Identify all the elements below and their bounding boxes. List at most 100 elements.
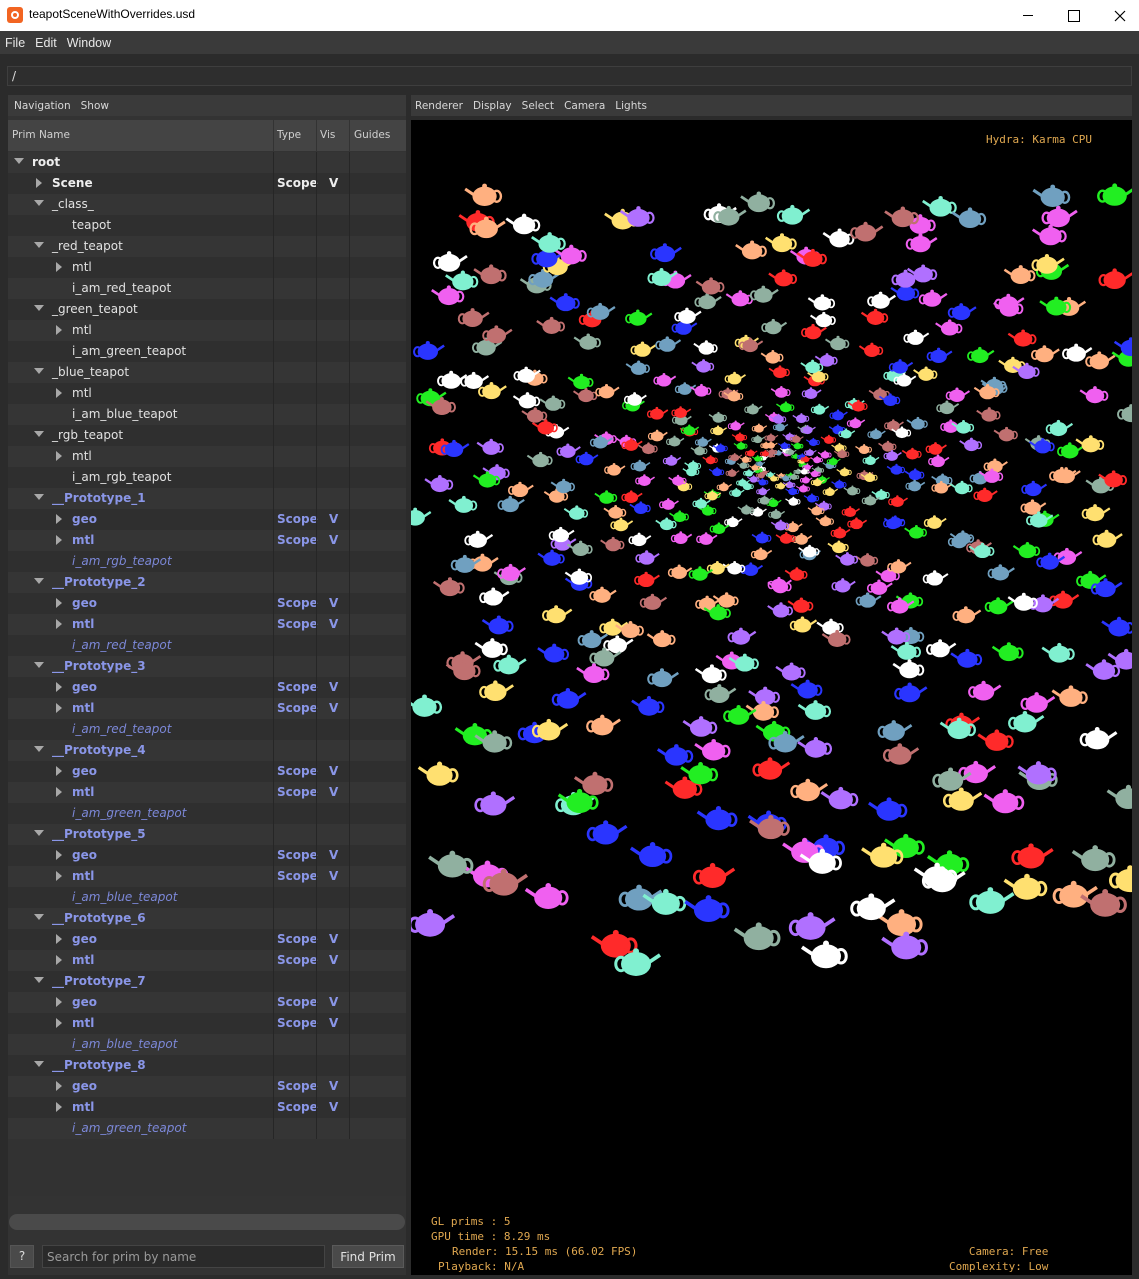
visibility-toggle[interactable]: V: [329, 596, 338, 610]
tree-row[interactable]: mtl Scope V: [8, 530, 406, 551]
teapot-instance[interactable]: [417, 761, 459, 786]
teapot-instance[interactable]: [1007, 329, 1037, 347]
teapot-instance[interactable]: [775, 662, 806, 681]
teapot-instance[interactable]: [1020, 499, 1047, 515]
tree-row[interactable]: i_am_blue_teapot: [8, 404, 406, 425]
menu-edit[interactable]: Edit: [35, 36, 57, 50]
teapot-instance[interactable]: [1041, 642, 1075, 663]
expanded-arrow-icon[interactable]: [34, 431, 44, 437]
teapot-instance[interactable]: [635, 474, 656, 487]
teapot-instance[interactable]: [526, 451, 553, 468]
teapot-instance[interactable]: [858, 342, 884, 358]
tree-row[interactable]: __Prototype_7: [8, 971, 406, 992]
teapot-instance[interactable]: [634, 571, 660, 588]
teapot-instance[interactable]: [855, 444, 872, 455]
teapot-instance[interactable]: [768, 509, 786, 520]
teapot-instance[interactable]: [768, 269, 798, 287]
tree-row[interactable]: i_am_blue_teapot: [8, 887, 406, 908]
teapot-instance[interactable]: [815, 515, 834, 527]
tree-row[interactable]: mtl Scope V: [8, 698, 406, 719]
teapot-instance[interactable]: [727, 420, 745, 431]
teapot-instance[interactable]: [556, 443, 581, 458]
tree-row[interactable]: _class_: [8, 194, 406, 215]
teapot-instance[interactable]: [647, 668, 679, 688]
tree-row[interactable]: _green_teapot: [8, 299, 406, 320]
teapot-instance[interactable]: [918, 289, 948, 307]
teapot-instance[interactable]: [1032, 184, 1071, 208]
teapot-instance[interactable]: [694, 664, 727, 684]
tree-row[interactable]: mtl: [8, 383, 406, 404]
horizontal-scrollbar[interactable]: [9, 1214, 405, 1230]
teapot-instance[interactable]: [549, 293, 580, 312]
teapot-instance[interactable]: [822, 486, 839, 497]
teapot-instance[interactable]: [760, 350, 784, 364]
teapot-instance[interactable]: [841, 506, 860, 518]
teapot-instance[interactable]: [790, 679, 823, 699]
teapot-instance[interactable]: [751, 455, 763, 462]
teapot-instance[interactable]: [595, 383, 620, 399]
teapot-instance[interactable]: [775, 482, 788, 490]
teapot-instance[interactable]: [646, 406, 669, 420]
teapot-instance[interactable]: [904, 524, 927, 539]
teapot-instance[interactable]: [977, 729, 1014, 751]
teapot-instance[interactable]: [639, 593, 668, 610]
teapot-instance[interactable]: [1053, 467, 1081, 484]
maximize-button[interactable]: [1051, 0, 1097, 31]
teapot-instance[interactable]: [706, 560, 730, 575]
tree-row[interactable]: _rgb_teapot: [8, 425, 406, 446]
teapot-instance[interactable]: [668, 474, 687, 486]
teapot-instance[interactable]: [479, 587, 510, 606]
teapot-instance[interactable]: [625, 360, 650, 375]
teapot-instance[interactable]: [735, 240, 767, 260]
visibility-toggle[interactable]: V: [329, 848, 338, 862]
visibility-toggle[interactable]: V: [329, 932, 338, 946]
teapot-instance[interactable]: [709, 522, 730, 535]
teapot-instance[interactable]: [478, 382, 507, 400]
tree-row[interactable]: _blue_teapot: [8, 362, 406, 383]
teapot-instance[interactable]: [906, 416, 928, 430]
collapsed-arrow-icon[interactable]: [56, 850, 62, 860]
teapot-instance[interactable]: [635, 550, 660, 565]
teapot-instance[interactable]: [1020, 692, 1056, 713]
teapot-instance[interactable]: [949, 480, 973, 495]
tree-row[interactable]: geo Scope V: [8, 677, 406, 698]
teapot-instance[interactable]: [460, 371, 490, 389]
teapot-instance[interactable]: [1021, 480, 1048, 497]
teapot-instance[interactable]: [481, 615, 514, 635]
teapot-instance[interactable]: [983, 789, 1025, 814]
teapot-instance[interactable]: [694, 292, 722, 310]
close-button[interactable]: [1097, 0, 1139, 31]
teapot-instance[interactable]: [413, 340, 445, 360]
teapot-instance[interactable]: [770, 519, 790, 531]
expanded-arrow-icon[interactable]: [34, 305, 44, 311]
teapot-instance[interactable]: [993, 426, 1018, 442]
teapot-instance[interactable]: [792, 532, 813, 545]
teapot-instance[interactable]: [670, 531, 693, 544]
menu-select[interactable]: Select: [522, 100, 554, 112]
teapot-instance[interactable]: [621, 490, 643, 503]
teapot-instance[interactable]: [877, 909, 923, 937]
teapot-instance[interactable]: [785, 496, 801, 506]
teapot-instance[interactable]: [855, 553, 879, 567]
teapot-instance[interactable]: [765, 441, 778, 449]
teapot-instance[interactable]: [630, 341, 657, 357]
teapot-instance[interactable]: [725, 290, 754, 307]
teapot-instance[interactable]: [928, 454, 950, 468]
teapot-instance[interactable]: [847, 517, 868, 530]
minimize-button[interactable]: [1005, 0, 1051, 31]
teapot-instance[interactable]: [800, 424, 816, 435]
teapot-instance[interactable]: [952, 606, 982, 624]
tree-row[interactable]: mtl Scope V: [8, 950, 406, 971]
teapot-instance[interactable]: [1079, 386, 1109, 404]
teapot-instance[interactable]: [448, 495, 478, 513]
teapot-instance[interactable]: [892, 659, 925, 679]
teapot-instance[interactable]: [727, 627, 757, 645]
tree-row[interactable]: i_am_red_teapot: [8, 635, 406, 656]
teapot-instance[interactable]: [886, 463, 906, 475]
teapot-instance[interactable]: [750, 547, 773, 561]
teapot-instance[interactable]: [846, 417, 866, 429]
teapot-instance[interactable]: [575, 451, 599, 466]
teapot-instance[interactable]: [926, 347, 953, 363]
collapsed-arrow-icon[interactable]: [56, 766, 62, 776]
visibility-toggle[interactable]: V: [329, 869, 338, 883]
